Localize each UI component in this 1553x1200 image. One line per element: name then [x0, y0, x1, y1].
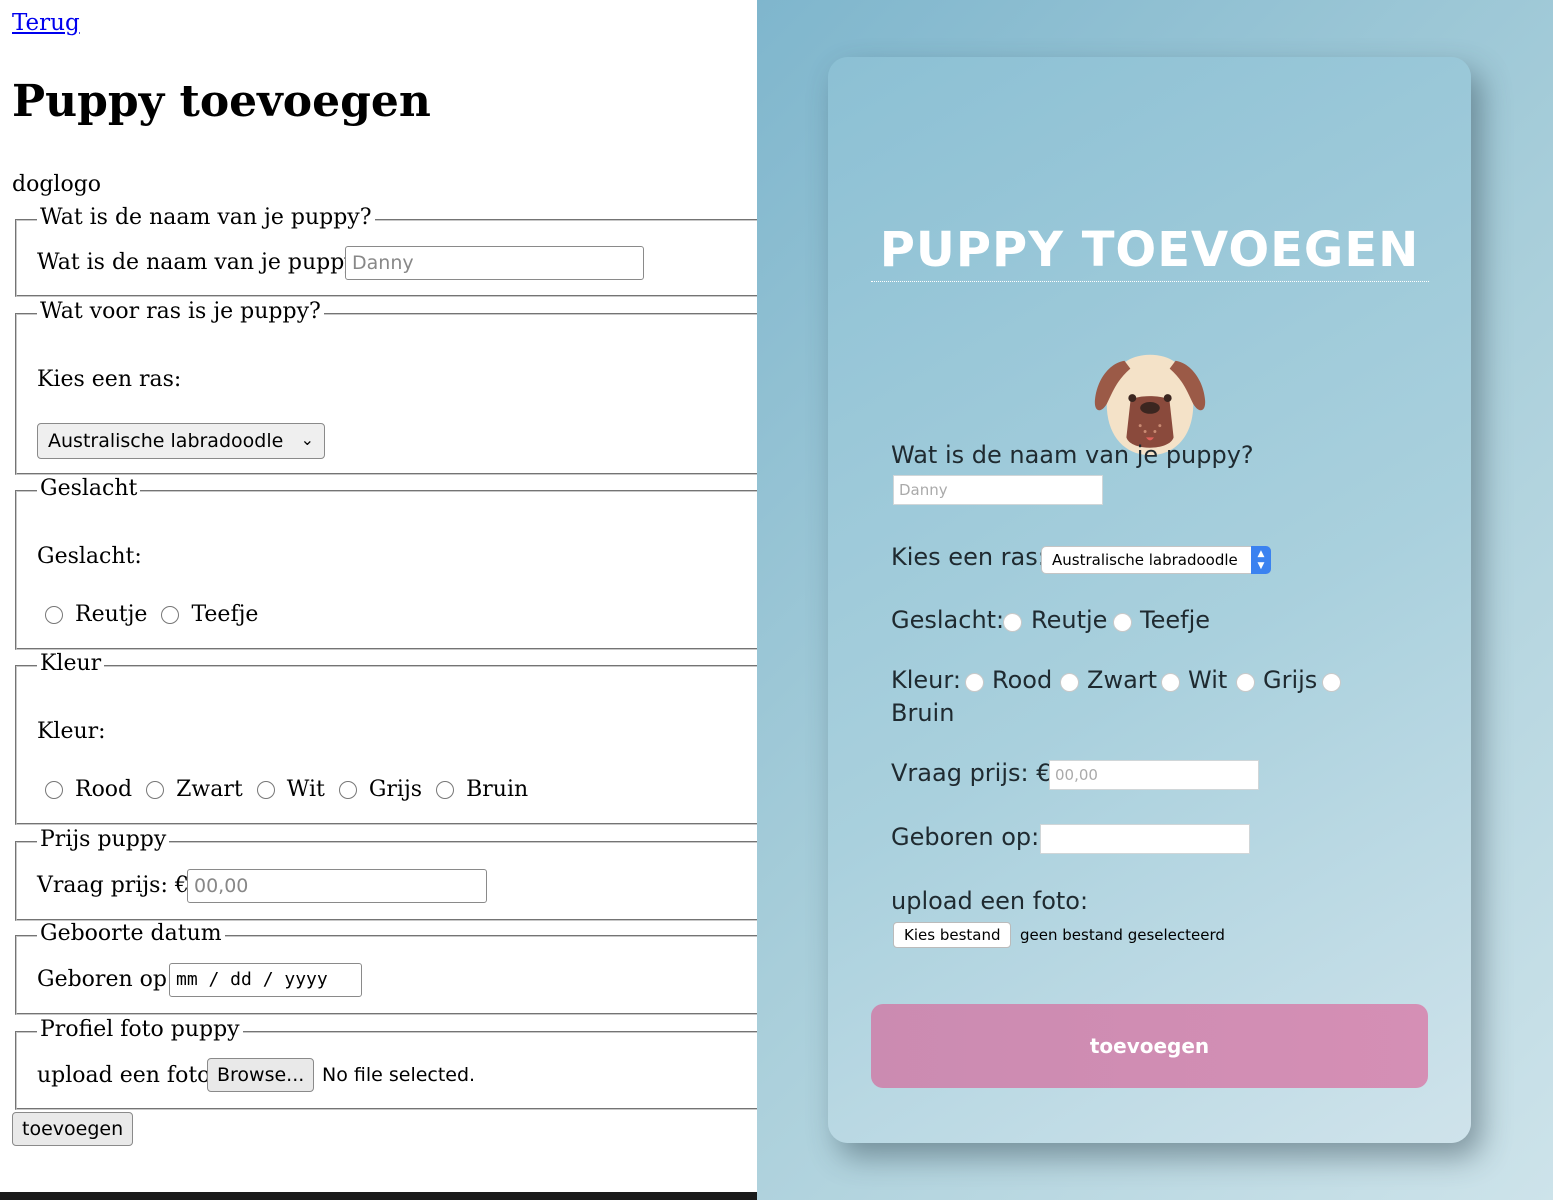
- radio-label-rood: Rood: [75, 777, 133, 802]
- radio-label-bruin-styled: Bruin: [891, 699, 955, 727]
- photo-label: upload een foto:: [37, 1063, 218, 1088]
- radio-label-grijs: Grijs: [368, 777, 423, 802]
- radio-zwart[interactable]: [146, 780, 165, 799]
- radio-teefje-styled[interactable]: [1113, 613, 1132, 632]
- name-label-styled: Wat is de naam van je puppy?: [891, 441, 1254, 469]
- page-title: Puppy toevoegen: [12, 76, 431, 127]
- fieldset-name: Wat is de naam van je puppy? Wat is de n…: [15, 205, 757, 297]
- select-arrows-icon: ▲ ▼: [1251, 546, 1271, 574]
- color-label: Kleur:: [37, 719, 106, 744]
- radio-reutje-styled[interactable]: [1003, 613, 1022, 632]
- browse-button[interactable]: Browse...: [207, 1058, 315, 1092]
- photo-label-styled: upload een foto:: [891, 887, 1089, 915]
- price-label-styled: Vraag prijs: €: [891, 759, 1052, 787]
- radio-label-wit-styled: Wit: [1188, 666, 1228, 694]
- fieldset-gender: Geslacht Geslacht: Reutje Teefje: [15, 476, 757, 650]
- radio-label-zwart-styled: Zwart: [1087, 666, 1158, 694]
- color-options: Rood Zwart Wit Grijs Bruin: [41, 777, 538, 802]
- radio-wit[interactable]: [256, 780, 275, 799]
- radio-rood-styled[interactable]: [965, 673, 984, 692]
- breed-select-value: Australische labradoodle: [48, 430, 284, 452]
- legend-name: Wat is de naam van je puppy?: [37, 205, 375, 230]
- fieldset-color: Kleur Kleur: Rood Zwart Wit Grijs Bruin: [15, 651, 757, 825]
- radio-label-bruin: Bruin: [466, 777, 529, 802]
- birthdate-input-styled[interactable]: [1040, 824, 1250, 854]
- radio-rood[interactable]: [45, 780, 63, 799]
- chevron-down-icon: ⌄: [300, 430, 314, 449]
- breed-label: Kies een ras:: [37, 367, 182, 392]
- submit-button-styled[interactable]: toevoegen: [871, 1004, 1428, 1088]
- form-card: PUPPY TOEVOEGEN Wat is de naam van je pu…: [828, 57, 1471, 1143]
- radio-label-wit: Wit: [286, 777, 325, 802]
- radio-label-teefje: Teefje: [191, 602, 259, 627]
- bottom-bar: [0, 1192, 757, 1200]
- price-label: Vraag prijs: €: [37, 873, 189, 898]
- styled-form-panel: PUPPY TOEVOEGEN Wat is de naam van je pu…: [757, 0, 1553, 1200]
- breed-select-styled-value: Australische labradoodle: [1052, 551, 1238, 569]
- color-label-styled: Kleur:: [891, 666, 961, 694]
- gender-options: Reutje Teefje: [41, 602, 268, 627]
- radio-grijs-styled[interactable]: [1236, 673, 1255, 692]
- choose-file-button[interactable]: Kies bestand: [893, 922, 1012, 948]
- breed-label-styled: Kies een ras:: [891, 543, 1046, 571]
- legend-photo: Profiel foto puppy: [37, 1017, 243, 1042]
- title-divider: [871, 281, 1429, 282]
- radio-label-rood-styled: Rood: [992, 666, 1053, 694]
- price-input[interactable]: 00,00: [187, 869, 487, 903]
- fieldset-photo: Profiel foto puppy upload een foto: Brow…: [15, 1017, 757, 1110]
- gender-label: Geslacht:: [37, 544, 142, 569]
- file-status: No file selected.: [322, 1064, 476, 1086]
- radio-zwart-styled[interactable]: [1060, 673, 1079, 692]
- dog-logo-alt-text: doglogo: [12, 172, 102, 197]
- submit-button[interactable]: toevoegen: [12, 1112, 134, 1146]
- name-input[interactable]: Danny: [345, 246, 644, 280]
- breed-select[interactable]: Australische labradoodle ⌄: [37, 423, 325, 459]
- name-input-styled[interactable]: Danny: [893, 475, 1103, 505]
- radio-label-teefje-styled: Teefje: [1140, 606, 1210, 634]
- unstyled-form-panel: Terug Puppy toevoegen doglogo Wat is de …: [0, 0, 757, 1200]
- radio-bruin-styled[interactable]: [1322, 673, 1341, 692]
- radio-label-zwart: Zwart: [176, 777, 243, 802]
- radio-label-reutje: Reutje: [75, 602, 148, 627]
- radio-teefje[interactable]: [161, 605, 180, 624]
- radio-grijs[interactable]: [338, 780, 357, 799]
- fieldset-price: Prijs puppy Vraag prijs: € 00,00: [15, 827, 757, 921]
- fieldset-breed: Wat voor ras is je puppy? Kies een ras: …: [15, 299, 757, 475]
- birthdate-input[interactable]: mm / dd / yyyy: [169, 963, 362, 997]
- back-link[interactable]: Terug: [12, 10, 80, 36]
- radio-label-reutje-styled: Reutje: [1031, 606, 1108, 634]
- card-title: PUPPY TOEVOEGEN: [879, 222, 1420, 278]
- legend-price: Prijs puppy: [37, 827, 170, 852]
- name-label: Wat is de naam van je puppy?: [37, 250, 369, 275]
- price-input-styled[interactable]: 00,00: [1049, 760, 1259, 790]
- radio-reutje[interactable]: [45, 605, 63, 624]
- legend-breed: Wat voor ras is je puppy?: [37, 299, 324, 324]
- radio-wit-styled[interactable]: [1161, 673, 1180, 692]
- radio-label-grijs-styled: Grijs: [1263, 666, 1318, 694]
- breed-select-styled[interactable]: Australische labradoodle ▲ ▼: [1041, 546, 1271, 574]
- birthdate-label: Geboren op:: [37, 967, 175, 992]
- fieldset-birthdate: Geboorte datum Geboren op: mm / dd / yyy…: [15, 921, 757, 1015]
- gender-label-styled: Geslacht:: [891, 606, 1005, 634]
- file-status-styled: geen bestand geselecteerd: [1020, 926, 1225, 944]
- legend-birthdate: Geboorte datum: [37, 921, 225, 946]
- birthdate-label-styled: Geboren op:: [891, 823, 1040, 851]
- radio-bruin[interactable]: [436, 780, 455, 799]
- legend-color: Kleur: [37, 651, 105, 676]
- legend-gender: Geslacht: [37, 476, 141, 501]
